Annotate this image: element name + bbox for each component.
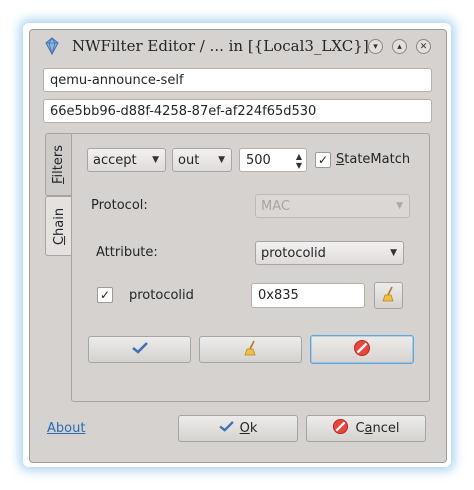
check-icon [131,341,148,358]
cancel-button[interactable]: Cancel [306,415,426,442]
filter-uuid-value: 66e5bb96-d88f-4258-87ef-af224f65d530 [50,103,317,119]
cancel-label: Cancel [355,421,400,436]
attribute-select[interactable]: protocolid ▼ [255,241,404,265]
protocol-label: Protocol: [91,198,148,213]
cancel-icon [353,339,371,361]
protocol-value: MAC [261,198,290,214]
attribute-enable-label: protocolid [129,288,194,303]
filter-uuid-input[interactable]: 66e5bb96-d88f-4258-87ef-af224f65d530 [43,99,432,123]
attribute-enable-checkbox[interactable]: ✓ [97,287,113,303]
chevron-down-icon: ▾ [373,42,378,52]
priority-value: 500 [246,152,271,168]
clear-attribute-button[interactable] [374,282,403,309]
tab-chain-label: Chain [52,207,68,245]
app-icon [44,37,60,59]
broom-icon [243,340,258,360]
attribute-value-text: 0x835 [258,288,299,303]
tab-chain[interactable]: Chain [45,196,73,256]
close-button[interactable]: ✕ [416,39,431,54]
spin-arrows-icon[interactable]: ▲ ▼ [296,152,302,170]
statematch-label[interactable]: StateMatch [336,152,410,167]
check-icon: ✓ [317,153,329,167]
apply-rule-button[interactable] [88,336,191,363]
filter-name-value: qemu-announce-self [50,72,184,88]
chevron-down-icon: ▼ [218,155,225,165]
delete-rule-button[interactable] [310,335,414,364]
direction-value: out [178,152,200,168]
close-icon: ✕ [419,42,428,52]
ok-label: Ok [239,421,258,436]
tab-filters-label: Filters [51,145,67,184]
protocol-select[interactable]: MAC ▼ [255,194,410,218]
statematch-checkbox[interactable]: ✓ [315,152,331,168]
action-select[interactable]: accept ▼ [87,148,166,172]
check-icon: ✓ [99,288,111,302]
priority-spinbox[interactable]: 500 ▲ ▼ [239,148,307,172]
cancel-icon [332,418,349,439]
clear-rule-button[interactable] [199,336,302,363]
ok-button[interactable]: Ok [178,415,298,442]
window-title: NWFilter Editor / ... in [{Local3_LXC}] [72,37,369,55]
attribute-value: protocolid [261,245,326,261]
title-bar[interactable]: NWFilter Editor / ... in [{Local3_LXC}] … [30,30,446,62]
about-link[interactable]: About [47,421,85,436]
broom-icon [381,286,396,306]
attribute-value-input[interactable]: 0x835 [251,283,365,308]
minimize-button[interactable]: ▾ [368,39,383,54]
check-icon [218,421,234,436]
direction-select[interactable]: out ▼ [172,148,232,172]
chevron-down-icon: ▼ [152,155,159,165]
attribute-label: Attribute: [96,245,158,260]
chevron-down-icon: ▼ [396,201,403,211]
nwfilter-editor-window: NWFilter Editor / ... in [{Local3_LXC}] … [29,29,447,463]
tab-filters[interactable]: Filters [45,133,72,196]
action-value: accept [93,152,137,168]
filter-name-input[interactable]: qemu-announce-self [43,68,432,92]
chevron-down-icon: ▼ [390,248,397,258]
maximize-button[interactable]: ▴ [392,39,407,54]
chevron-up-icon: ▴ [397,42,402,52]
